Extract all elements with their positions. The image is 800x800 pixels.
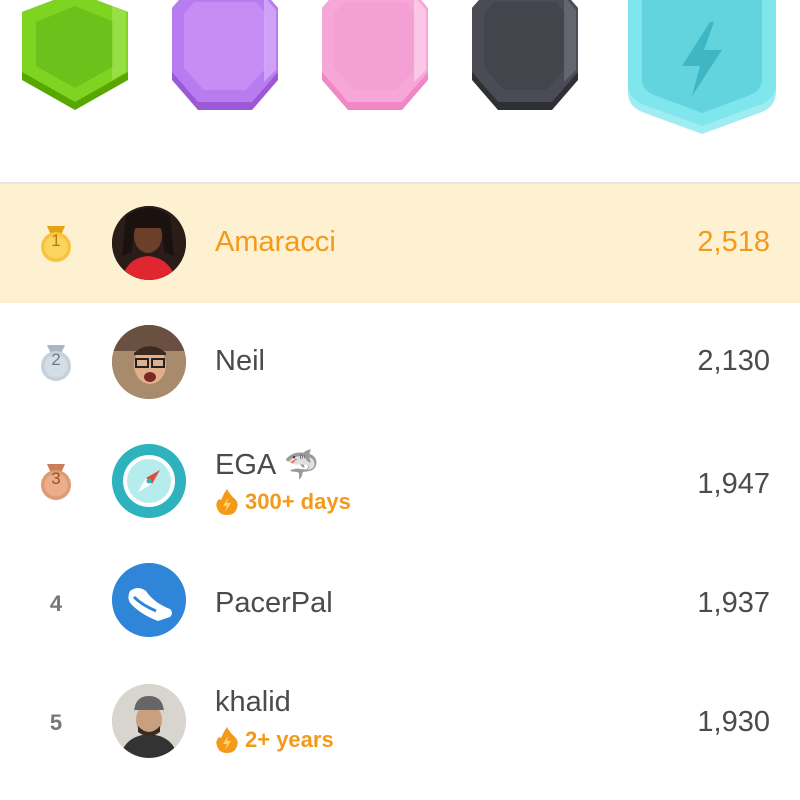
amethyst-league-icon [172,0,278,110]
user-score: 2,518 [697,226,770,258]
avatar[interactable] [112,325,186,399]
user-name: Amaracci [215,226,336,258]
user-name: PacerPal [215,587,333,619]
streak-text: 300+ days [245,489,351,514]
user-score: 1,930 [697,706,770,738]
user-name: khalid [215,686,291,718]
shark-icon: 🦈 [284,449,320,480]
compass-icon [112,444,186,518]
user-score: 2,130 [697,345,770,377]
avatar[interactable] [112,563,186,637]
streak-indicator: 300+ days [215,488,351,516]
user-name: EGA [215,449,277,481]
leaderboard-row-2[interactable]: 2 Neil 2,130 [0,303,800,422]
rank-number: 5 [49,710,63,735]
user-score: 1,947 [697,468,770,500]
avatar[interactable] [112,206,186,280]
leaderboard-row-4[interactable]: 4 PacerPal 1,937 [0,541,800,660]
obsidian-league-icon [472,0,578,110]
leaderboard-row-5[interactable]: 5 khalid 2+ years 1,930 [0,660,800,779]
rank-number: 3 [51,469,61,488]
user-name: Neil [215,345,265,377]
streak-text: 2+ years [245,727,334,752]
rank-number: 1 [51,231,61,250]
user-score: 1,937 [697,587,770,619]
pearl-league-icon [322,0,428,110]
league-badges [0,0,800,183]
user-name-with-badge: EGA 🦈 [215,448,319,482]
flame-icon [216,727,238,753]
flame-icon [216,489,238,515]
rank-number: 4 [49,591,63,616]
shoe-icon [112,563,186,637]
avatar[interactable] [112,684,186,758]
avatar[interactable] [112,444,186,518]
leaderboard-row-3[interactable]: 3 EGA 🦈 300+ days 1,947 [0,422,800,541]
streak-indicator: 2+ years [215,726,334,754]
emerald-league-icon [22,0,128,110]
diamond-league-icon [628,0,776,134]
leaderboard-row-1[interactable]: 1 Amaracci 2,518 [0,184,800,303]
rank-number: 2 [51,350,61,369]
